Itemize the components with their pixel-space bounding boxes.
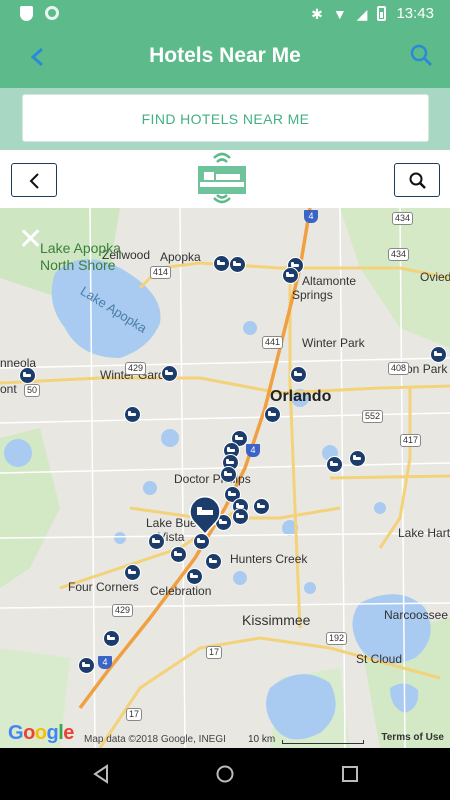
hotel-pin[interactable]: [220, 466, 237, 483]
hotel-pin[interactable]: [326, 456, 343, 473]
nav-back-icon[interactable]: [92, 764, 110, 784]
map-toolbar: [0, 150, 450, 208]
highway-marker: 441: [262, 336, 284, 349]
signal-icon: ◢: [356, 5, 368, 22]
wifi-icon: ▼: [332, 5, 347, 22]
highway-marker: 17: [126, 708, 143, 721]
highway-marker: 414: [150, 266, 172, 279]
place-label: Four Corners: [68, 580, 139, 594]
hotel-pin[interactable]: [205, 553, 222, 570]
google-logo: Google: [8, 722, 74, 744]
selected-hotel-pin[interactable]: [188, 496, 222, 536]
find-hotels-strip: FIND HOTELS NEAR ME: [0, 88, 450, 150]
place-label: Apopka: [160, 250, 201, 264]
interstate-marker: 4: [246, 444, 260, 457]
place-label: Doctor Phillips: [174, 472, 251, 486]
page-title: Hotels Near Me: [149, 44, 301, 67]
hotel-bed-wifi-logo: [194, 150, 250, 208]
hotel-pin[interactable]: [282, 267, 299, 284]
search-icon: [409, 172, 426, 189]
place-label: St Cloud: [356, 652, 403, 666]
hotel-pin[interactable]: [430, 346, 447, 363]
chevron-left-icon: [29, 173, 39, 189]
highway-marker: 192: [326, 632, 348, 645]
previous-button[interactable]: [11, 163, 57, 197]
hotel-pin[interactable]: [264, 406, 281, 423]
place-label: Celebration: [150, 584, 212, 598]
place-label: Lake Hart: [398, 526, 450, 540]
map-scale-bar: [282, 740, 364, 744]
hotel-pin[interactable]: [161, 365, 178, 382]
hotel-pin[interactable]: [124, 564, 141, 581]
hotel-pin[interactable]: [232, 508, 249, 525]
hotel-pin[interactable]: [290, 366, 307, 383]
battery-icon: [377, 6, 387, 21]
place-label: Lake Apopka: [40, 240, 121, 256]
highway-marker: 408: [388, 362, 410, 375]
hotel-pin[interactable]: [78, 657, 95, 674]
hotel-pin[interactable]: [213, 255, 230, 272]
close-icon[interactable]: ✕: [18, 225, 43, 255]
highway-marker: 429: [125, 362, 147, 375]
interstate-marker: 4: [304, 210, 318, 223]
sync-notification-icon: [45, 6, 59, 20]
hotel-pin[interactable]: [349, 450, 366, 467]
hotel-pin[interactable]: [253, 498, 270, 515]
highway-marker: 17: [206, 646, 223, 659]
nav-home-icon[interactable]: [215, 764, 235, 784]
map-scale-label: 10 km: [248, 734, 276, 745]
place-label: North Shore: [40, 257, 116, 273]
system-nav-bar: [0, 748, 450, 800]
highway-marker: 50: [24, 384, 41, 397]
highway-marker: 552: [362, 410, 384, 423]
hotel-pin[interactable]: [229, 256, 246, 273]
place-label: Ovied: [420, 270, 450, 284]
highway-marker: 429: [112, 604, 134, 617]
highway-marker: 434: [392, 212, 414, 225]
hotel-pin[interactable]: [186, 568, 203, 585]
highway-marker: 434: [388, 248, 410, 261]
place-label: Winter Park: [302, 336, 365, 350]
find-hotels-button[interactable]: FIND HOTELS NEAR ME: [22, 94, 429, 142]
highway-marker: 417: [400, 434, 422, 447]
terms-of-use-link[interactable]: Terms of Use: [381, 732, 444, 743]
interstate-marker: 4: [98, 656, 112, 669]
shield-notification-icon: [20, 6, 33, 21]
map-search-button[interactable]: [394, 163, 440, 197]
hotel-pin[interactable]: [19, 367, 36, 384]
hotel-map[interactable]: Zellwood Lake Apopka North Shore Apopka …: [0, 208, 450, 748]
place-label: ont: [0, 382, 17, 396]
place-label: Springs: [292, 288, 333, 302]
search-icon[interactable]: [408, 42, 436, 70]
status-bar: ✱ ▼ ◢ 13:43: [0, 0, 450, 28]
hotel-pin[interactable]: [170, 546, 187, 563]
nav-recents-icon[interactable]: [341, 764, 359, 784]
place-label: Kissimmee: [242, 612, 311, 628]
map-attribution: Map data ©2018 Google, INEGI: [84, 734, 226, 745]
status-time: 13:43: [396, 5, 434, 22]
bluetooth-icon: ✱: [311, 5, 323, 22]
hotel-pin[interactable]: [148, 533, 165, 550]
hotel-pin[interactable]: [124, 406, 141, 423]
place-label: Orlando: [270, 388, 332, 405]
hotel-pin[interactable]: [103, 630, 120, 647]
place-label: Altamonte: [302, 274, 357, 288]
app-bar: Hotels Near Me: [0, 28, 450, 88]
place-label: Narcoossee: [384, 608, 449, 622]
place-label: Hunters Creek: [230, 552, 308, 566]
